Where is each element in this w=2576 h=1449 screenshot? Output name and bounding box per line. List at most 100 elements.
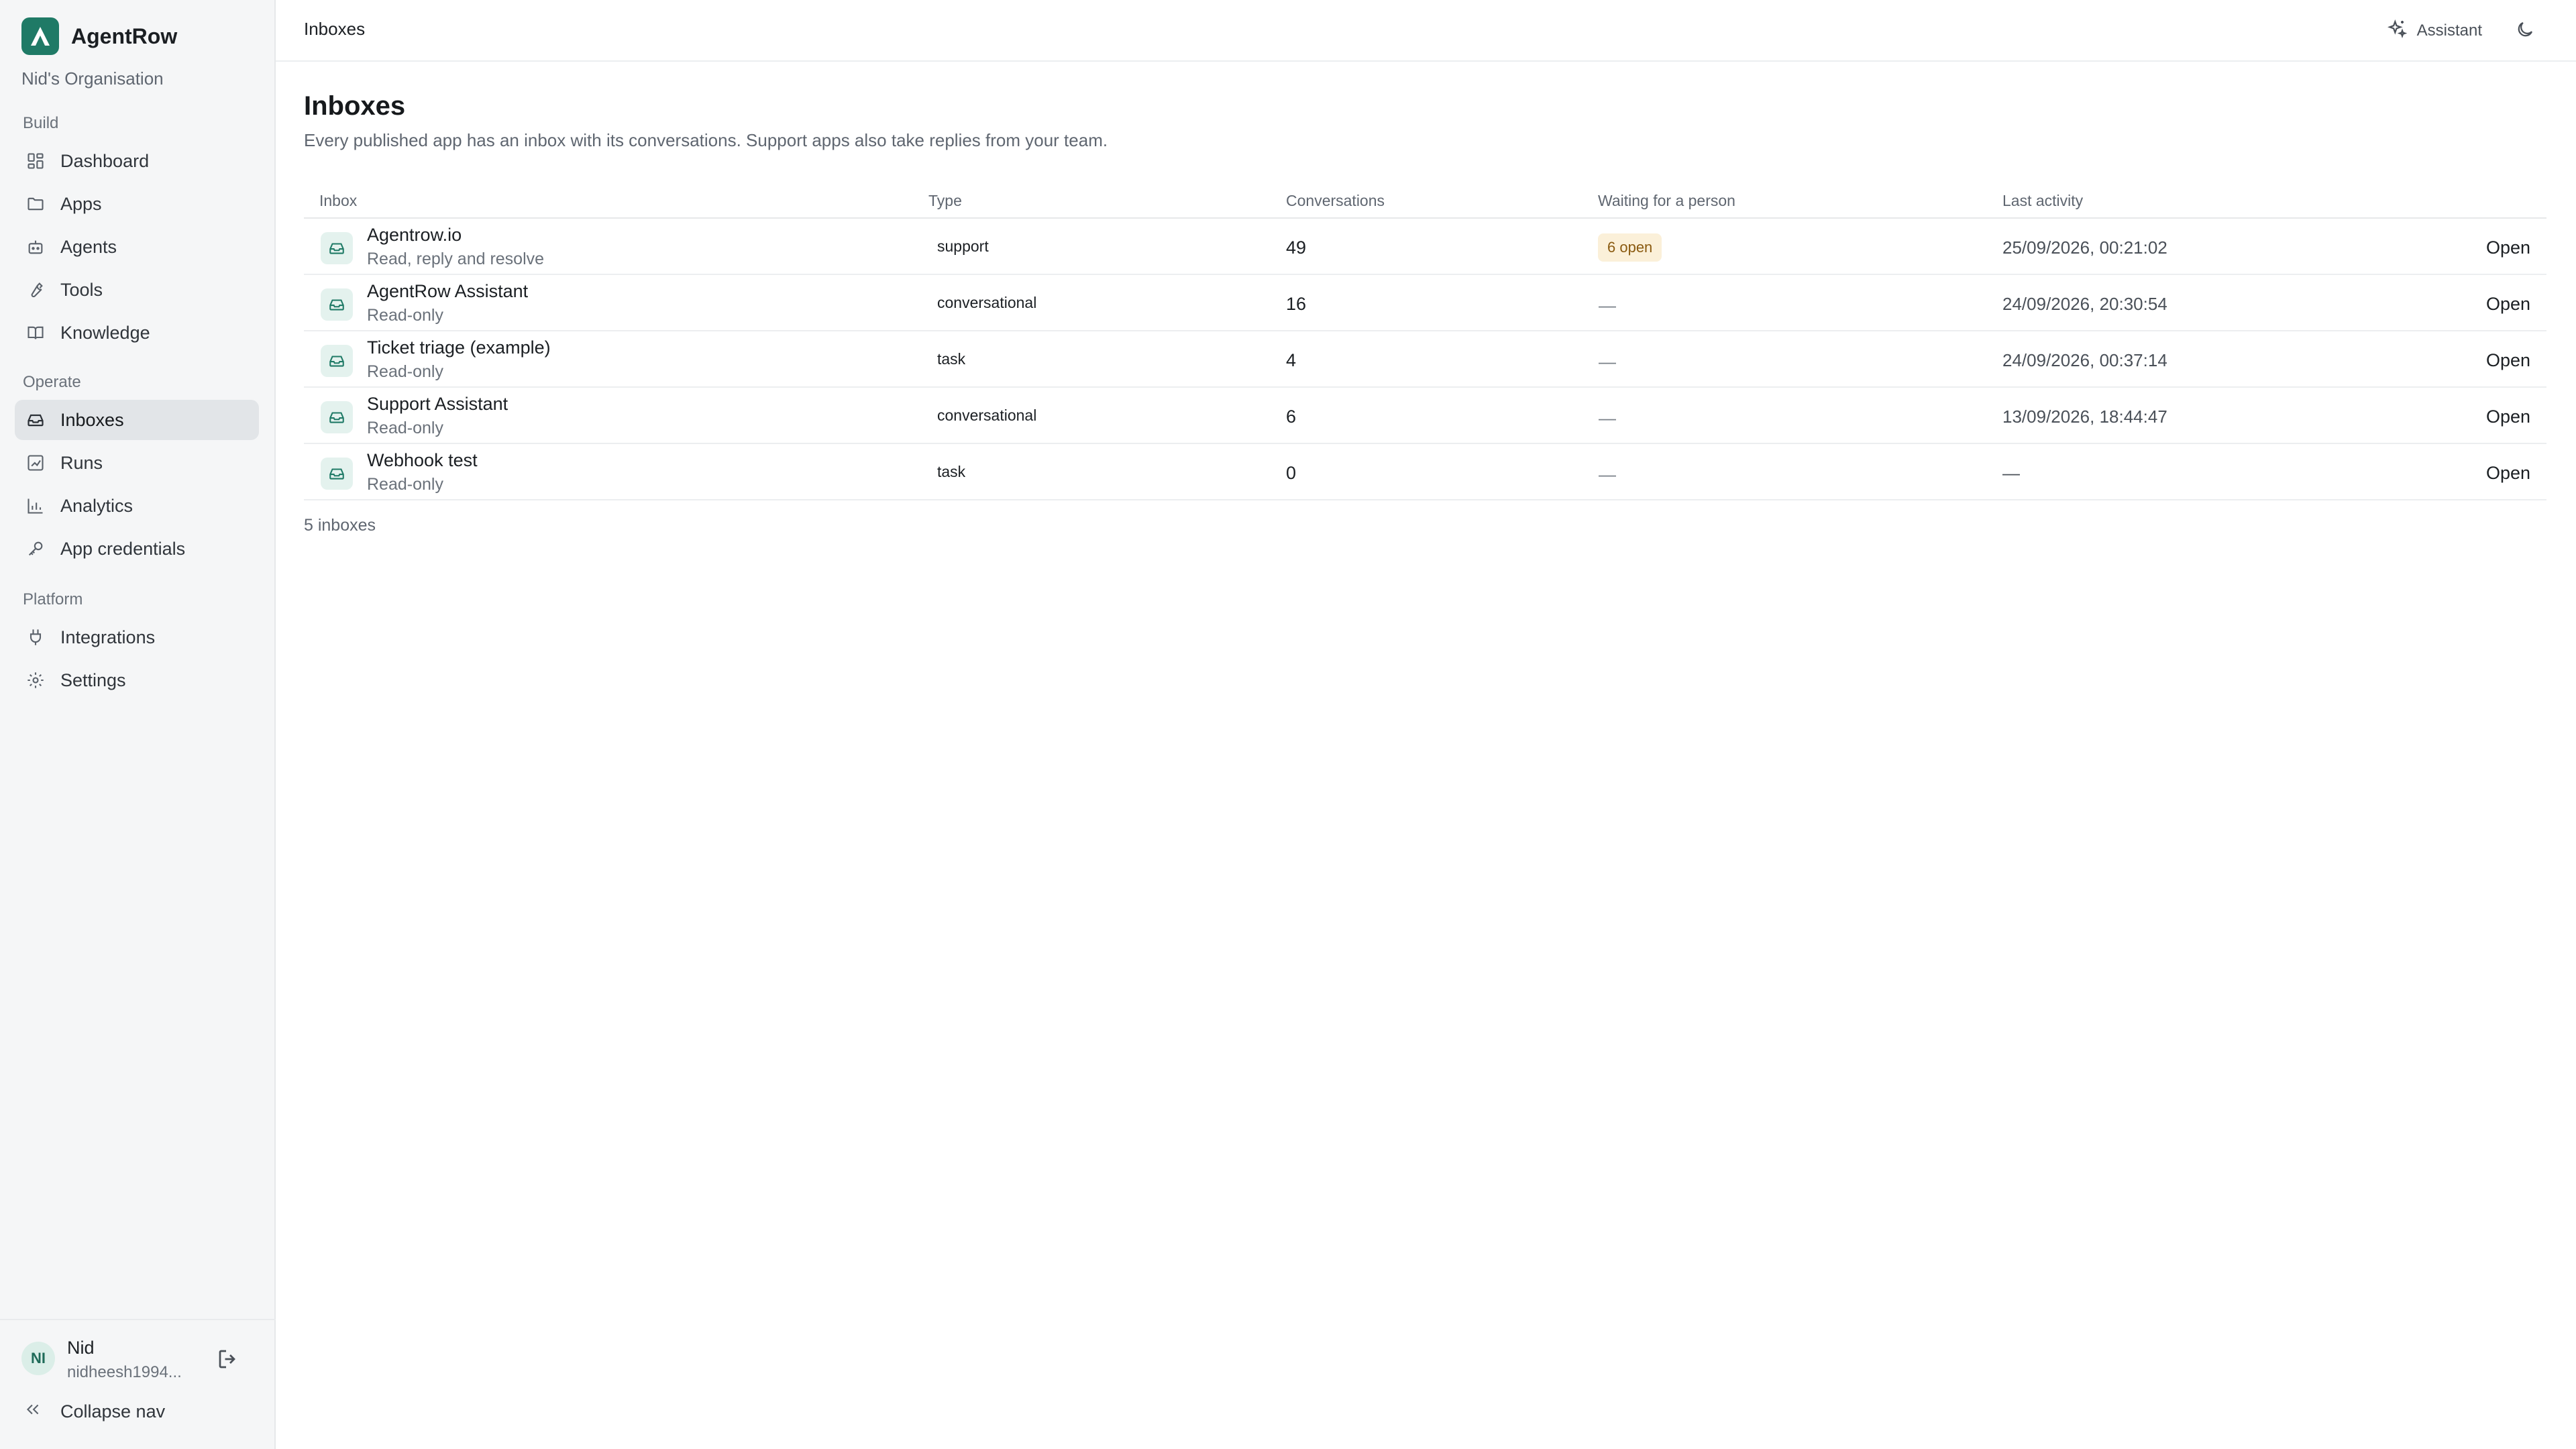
waiting-badge: 6 open <box>1598 233 1662 262</box>
sidebar-item-label: Analytics <box>60 495 133 516</box>
assistant-button[interactable]: Assistant <box>2386 16 2482 46</box>
book-icon <box>24 321 47 344</box>
plug-icon <box>24 626 47 649</box>
inbox-name[interactable]: AgentRow Assistant <box>367 281 528 302</box>
table-row[interactable]: Agentrow.io Read, reply and resolve supp… <box>304 219 2546 275</box>
runs-icon <box>24 451 47 474</box>
user-area: NI Nid nidheesh1994... Collapse nav <box>0 1319 276 1449</box>
inbox-name[interactable]: Agentrow.io <box>367 225 462 246</box>
sidebar-item-label: Integrations <box>60 627 156 647</box>
open-inbox-link[interactable]: Open <box>2486 237 2530 258</box>
agentrow-logo-icon <box>21 17 59 55</box>
section-label-operate: Operate <box>23 373 81 391</box>
sidebar-item-label: Settings <box>60 669 126 690</box>
inbox-icon <box>321 232 353 264</box>
waiting-value: — <box>1599 408 1616 428</box>
sidebar-item-settings[interactable]: Settings <box>15 660 259 700</box>
folder-icon <box>24 193 47 215</box>
sidebar-item-dashboard[interactable]: Dashboard <box>15 141 259 181</box>
table-header: Inbox Type Conversations Waiting for a p… <box>304 181 2546 219</box>
sidebar-item-analytics[interactable]: Analytics <box>15 486 259 526</box>
sidebar-item-runs[interactable]: Runs <box>15 443 259 483</box>
robot-icon <box>24 235 47 258</box>
sidebar-item-integrations[interactable]: Integrations <box>15 617 259 657</box>
inbox-access: Read, reply and resolve <box>367 250 545 268</box>
section-label-platform: Platform <box>23 590 83 608</box>
column-header-inbox: Inbox <box>319 192 358 209</box>
open-inbox-link[interactable]: Open <box>2486 350 2530 371</box>
sidebar-item-knowledge[interactable]: Knowledge <box>15 313 259 353</box>
page-subtitle: Every published app has an inbox with it… <box>304 130 1108 150</box>
last-activity-value: 25/09/2026, 00:21:02 <box>2002 237 2167 258</box>
table-row[interactable]: Ticket triage (example) Read-only task 4… <box>304 331 2546 388</box>
user-name: Nid <box>67 1338 95 1358</box>
last-activity-value: — <box>2002 463 2020 483</box>
open-inbox-link[interactable]: Open <box>2486 463 2530 484</box>
inbox-icon <box>321 345 353 377</box>
wrench-icon <box>24 278 47 301</box>
waiting-value: — <box>1599 352 1616 372</box>
column-header-conversations: Conversations <box>1286 192 1385 209</box>
type-value: support <box>937 237 989 255</box>
key-icon <box>24 537 47 560</box>
conversations-value: 49 <box>1286 237 1307 258</box>
conversations-value: 4 <box>1286 350 1297 370</box>
column-header-last-activity: Last activity <box>2002 192 2084 209</box>
logout-icon[interactable] <box>216 1347 240 1371</box>
type-value: conversational <box>937 407 1037 424</box>
inbox-access: Read-only <box>367 419 443 437</box>
inbox-count: 5 inboxes <box>304 516 376 535</box>
chevrons-left-icon <box>24 1401 42 1423</box>
moon-icon <box>2515 19 2535 43</box>
sidebar-item-label: Agents <box>60 236 117 257</box>
organisation-name[interactable]: Nid's Organisation <box>21 68 164 89</box>
table-body: Agentrow.io Read, reply and resolve supp… <box>304 219 2546 500</box>
gear-icon <box>24 669 47 692</box>
column-header-type: Type <box>928 192 962 209</box>
sidebar: AgentRow Nid's Organisation Build Dashbo… <box>0 0 276 1449</box>
last-activity-value: 24/09/2026, 20:30:54 <box>2002 294 2167 314</box>
dashboard-icon <box>24 150 47 172</box>
type-value: task <box>937 350 966 368</box>
type-value: task <box>937 463 966 480</box>
section-label-build: Build <box>23 114 59 132</box>
assistant-label: Assistant <box>2416 21 2482 40</box>
table-row[interactable]: Webhook test Read-only task 0 — — Open <box>304 444 2546 500</box>
sidebar-item-label: Inboxes <box>60 409 124 430</box>
sidebar-item-label: App credentials <box>60 538 186 559</box>
user-email: nidheesh1994... <box>67 1363 182 1381</box>
collapse-nav-button[interactable]: Collapse nav <box>24 1398 165 1425</box>
inbox-icon <box>321 458 353 490</box>
sidebar-item-inboxes[interactable]: Inboxes <box>15 400 259 440</box>
inbox-access: Read-only <box>367 306 443 325</box>
inbox-name[interactable]: Ticket triage (example) <box>367 337 551 358</box>
inboxes-table: Inbox Type Conversations Waiting for a p… <box>304 181 2546 500</box>
sidebar-item-label: Runs <box>60 452 103 473</box>
last-activity-value: 13/09/2026, 18:44:47 <box>2002 407 2167 427</box>
inbox-name[interactable]: Support Assistant <box>367 394 508 415</box>
sidebar-item-label: Apps <box>60 193 102 214</box>
conversations-value: 6 <box>1286 407 1297 427</box>
open-inbox-link[interactable]: Open <box>2486 294 2530 315</box>
theme-toggle-button[interactable] <box>2512 17 2538 44</box>
open-inbox-link[interactable]: Open <box>2486 407 2530 427</box>
sidebar-item-agents[interactable]: Agents <box>15 227 259 267</box>
table-row[interactable]: AgentRow Assistant Read-only conversatio… <box>304 275 2546 331</box>
sidebar-item-label: Knowledge <box>60 322 150 343</box>
waiting-value: — <box>1599 464 1616 484</box>
inbox-icon <box>321 401 353 433</box>
sidebar-item-app-credentials[interactable]: App credentials <box>15 529 259 569</box>
type-value: conversational <box>937 294 1037 311</box>
brand-name: AgentRow <box>71 23 178 48</box>
inbox-icon <box>24 409 47 431</box>
sidebar-item-apps[interactable]: Apps <box>15 184 259 224</box>
waiting-value: — <box>1599 295 1616 315</box>
table-row[interactable]: Support Assistant Read-only conversation… <box>304 388 2546 444</box>
brand[interactable]: AgentRow <box>21 17 177 55</box>
inbox-name[interactable]: Webhook test <box>367 450 478 471</box>
inbox-access: Read-only <box>367 475 443 494</box>
last-activity-value: 24/09/2026, 00:37:14 <box>2002 350 2167 370</box>
column-header-waiting: Waiting for a person <box>1598 192 1735 209</box>
avatar[interactable]: NI <box>21 1342 55 1375</box>
sidebar-item-tools[interactable]: Tools <box>15 270 259 310</box>
